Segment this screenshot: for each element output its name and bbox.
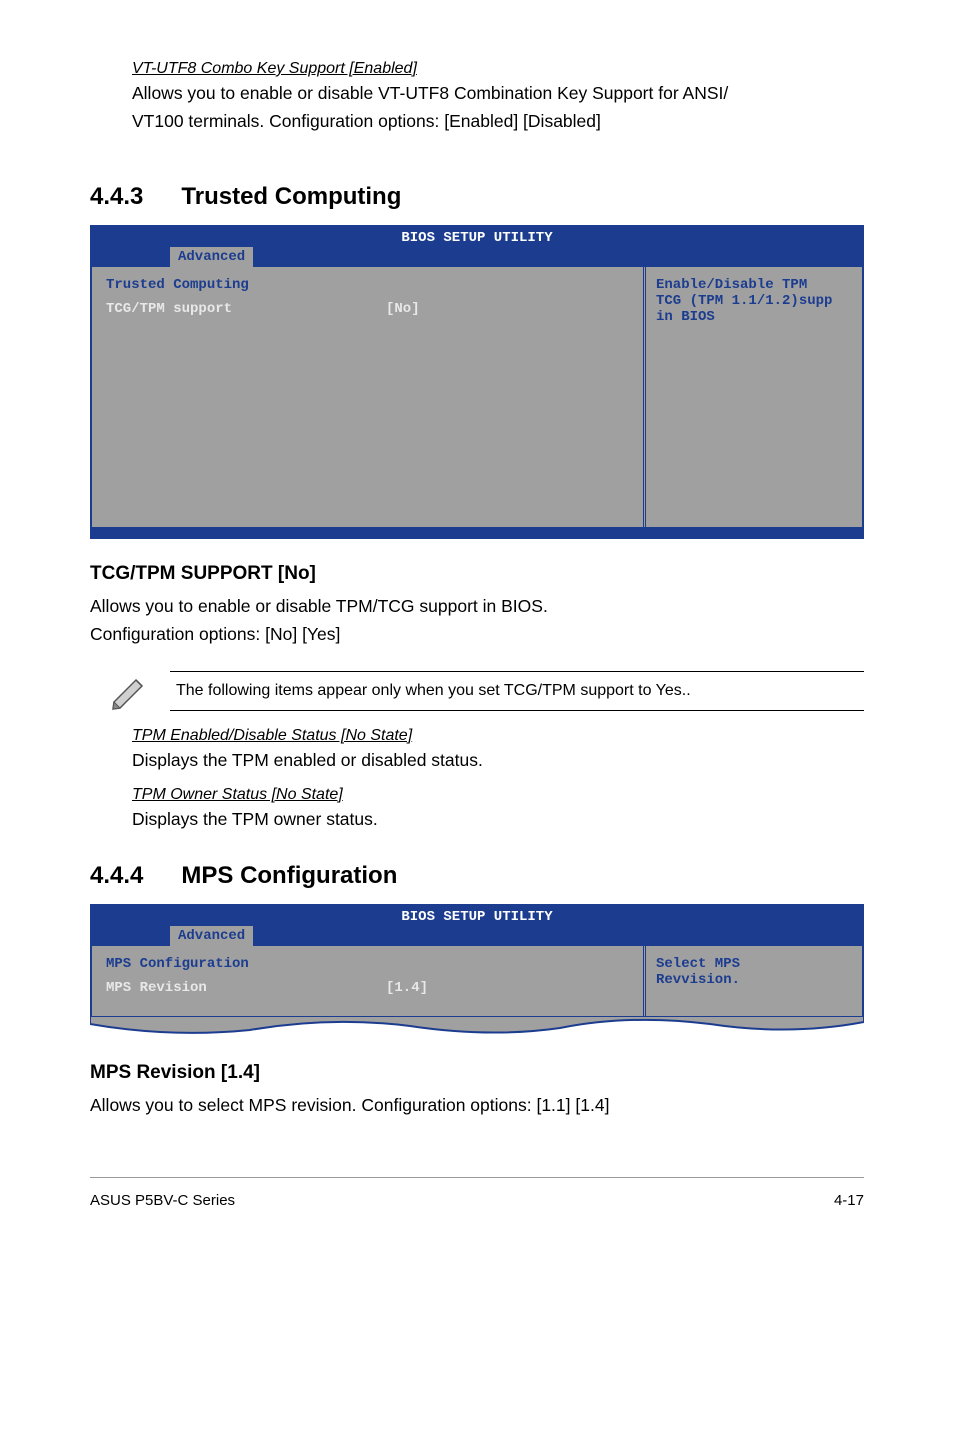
intro-heading: VT-UTF8 Combo Key Support [Enabled] (132, 60, 864, 78)
section-444-number: 4.4.4 (90, 862, 143, 890)
footer-right: 4-17 (834, 1192, 864, 1209)
tcg-tpm-body1: Allows you to enable or disable TPM/TCG … (90, 595, 864, 619)
bios-row-value-mps: [1.4] (386, 980, 428, 996)
section-443-number: 4.4.3 (90, 183, 143, 211)
intro-line1: Allows you to enable or disable VT-UTF8 … (132, 82, 864, 106)
tpm-owner-block: TPM Owner Status [No State] Displays the… (132, 786, 864, 832)
bios-tab-advanced-mps[interactable]: Advanced (170, 926, 253, 946)
section-444-header: 4.4.4 MPS Configuration (90, 862, 864, 890)
tpm-owner-heading: TPM Owner Status [No State] (132, 786, 864, 804)
page-footer: ASUS P5BV-C Series 4-17 (90, 1177, 864, 1209)
bios-help-line3: in BIOS (656, 309, 852, 325)
note-text: The following items appear only when you… (170, 671, 864, 711)
tcg-tpm-body2: Configuration options: [No] [Yes] (90, 623, 864, 647)
bios-section-title-mps: MPS Configuration (106, 956, 629, 972)
bios-row-key-mps: MPS Revision (106, 980, 386, 996)
bios-panel-mps-configuration: BIOS SETUP UTILITY Advanced MPS Configur… (90, 904, 864, 1016)
tcg-tpm-support-heading: TCG/TPM SUPPORT [No] (90, 563, 864, 585)
tpm-owner-body: Displays the TPM owner status. (132, 808, 864, 832)
bios-body: Trusted Computing TCG/TPM support [No] E… (92, 267, 862, 527)
bios-row-mps-revision[interactable]: MPS Revision [1.4] (106, 980, 629, 996)
bios-header: BIOS SETUP UTILITY Advanced (92, 227, 862, 267)
intro-block: VT-UTF8 Combo Key Support [Enabled] Allo… (132, 60, 864, 133)
bios-help-line2: TCG (TPM 1.1/1.2)supp (656, 293, 852, 309)
bios-header-mps: BIOS SETUP UTILITY Advanced (92, 906, 862, 946)
bios-section-title: Trusted Computing (106, 277, 629, 293)
bios-footer-bar (92, 527, 862, 537)
bios-left-pane: Trusted Computing TCG/TPM support [No] (92, 267, 646, 527)
bios-left-pane-mps: MPS Configuration MPS Revision [1.4] (92, 946, 646, 1016)
bios-row-tcg-tpm-support[interactable]: TCG/TPM support [No] (106, 301, 629, 317)
torn-edge-graphic (90, 1016, 864, 1038)
pencil-note-icon (108, 672, 152, 710)
bios-body-mps: MPS Configuration MPS Revision [1.4] Sel… (92, 946, 862, 1016)
bios-header-title-mps: BIOS SETUP UTILITY (401, 909, 552, 925)
tpm-enabled-heading: TPM Enabled/Disable Status [No State] (132, 727, 864, 745)
bios-help-line1: Enable/Disable TPM (656, 277, 852, 293)
section-444-title: MPS Configuration (181, 862, 397, 890)
section-443-title: Trusted Computing (181, 183, 401, 211)
bios-help-pane: Enable/Disable TPM TCG (TPM 1.1/1.2)supp… (646, 267, 862, 527)
bios-row-value: [No] (386, 301, 420, 317)
section-443-header: 4.4.3 Trusted Computing (90, 183, 864, 211)
bios-row-key: TCG/TPM support (106, 301, 386, 317)
mps-revision-body: Allows you to select MPS revision. Confi… (90, 1094, 864, 1118)
bios-panel-trusted-computing: BIOS SETUP UTILITY Advanced Trusted Comp… (90, 225, 864, 539)
intro-line2: VT100 terminals. Configuration options: … (132, 110, 864, 134)
footer-left: ASUS P5BV-C Series (90, 1192, 235, 1209)
tpm-enabled-block: TPM Enabled/Disable Status [No State] Di… (132, 727, 864, 773)
bios-header-title: BIOS SETUP UTILITY (401, 230, 552, 246)
bios-help-line2-mps: Revvision. (656, 972, 852, 988)
note-block: The following items appear only when you… (108, 671, 864, 711)
mps-revision-heading: MPS Revision [1.4] (90, 1062, 864, 1084)
tpm-enabled-body: Displays the TPM enabled or disabled sta… (132, 749, 864, 773)
bios-help-line1-mps: Select MPS (656, 956, 852, 972)
bios-help-pane-mps: Select MPS Revvision. (646, 946, 862, 1016)
bios-tab-advanced[interactable]: Advanced (170, 247, 253, 267)
